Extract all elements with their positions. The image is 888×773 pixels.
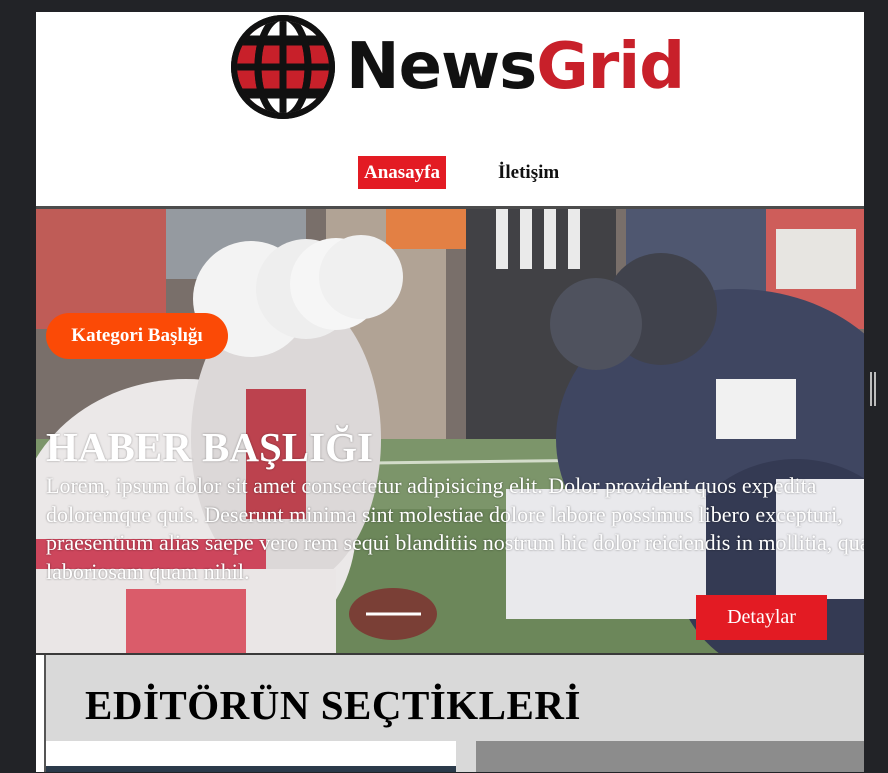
- editors-picks-section: EDİTÖRÜN SEÇTİKLERİ: [44, 655, 864, 772]
- editors-pick-card[interactable]: [46, 741, 456, 772]
- hero-banner: Kategori Başlığı HABER BAŞLIĞI Lorem, ip…: [36, 209, 864, 655]
- section-title: EDİTÖRÜN SEÇTİKLERİ: [85, 682, 581, 728]
- card-image: [46, 766, 456, 772]
- nav-item-contact[interactable]: İletişim: [492, 156, 565, 189]
- scrollbar-grip[interactable]: [870, 372, 877, 406]
- nav-item-home[interactable]: Anasayfa: [358, 156, 447, 189]
- category-badge[interactable]: Kategori Başlığı: [46, 313, 228, 359]
- grip-line: [874, 372, 876, 406]
- site-logo[interactable]: NewsGrid: [226, 12, 706, 124]
- editors-pick-card[interactable]: [476, 741, 864, 772]
- grip-line: [870, 372, 872, 406]
- site-title-part2: Grid: [536, 30, 685, 104]
- page-frame: NewsGrid Anasayfa İletişim Kategori Başl…: [36, 12, 864, 772]
- main-nav: Anasayfa İletişim: [36, 156, 864, 190]
- details-button[interactable]: Detaylar: [696, 595, 827, 640]
- hero-excerpt: Lorem, ipsum dolor sit amet consectetur …: [46, 473, 864, 584]
- site-title: NewsGrid: [346, 24, 685, 110]
- site-header: NewsGrid Anasayfa İletişim: [36, 12, 864, 206]
- globe-icon: [231, 15, 335, 119]
- site-title-part1: News: [346, 30, 537, 104]
- hero-title: HABER BAŞLIĞI: [46, 424, 373, 470]
